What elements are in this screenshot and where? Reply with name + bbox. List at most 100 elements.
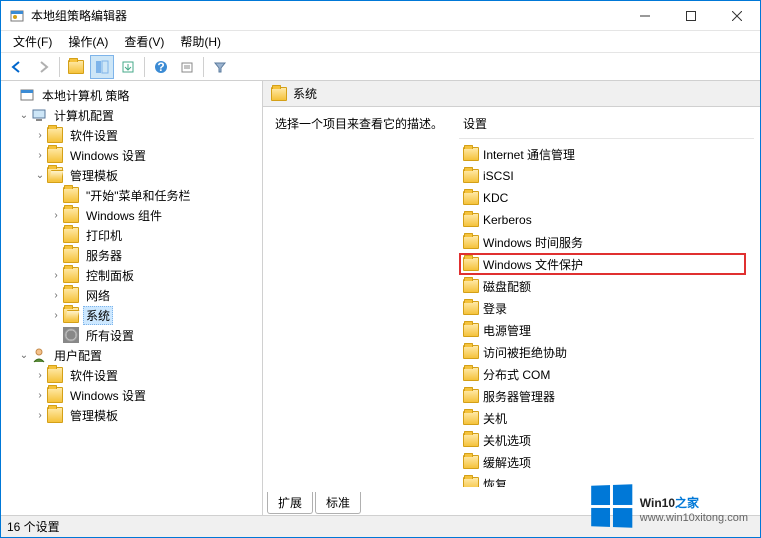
tree-pane[interactable]: 本地计算机 策略 ⌄计算机配置 ›软件设置 ›Windows 设置 ⌄管理模板 …	[1, 81, 263, 515]
list-item[interactable]: iSCSI	[459, 165, 754, 187]
list-item[interactable]: Kerberos	[459, 209, 754, 231]
expand-icon[interactable]: ›	[31, 410, 47, 421]
expand-icon[interactable]: ›	[47, 290, 63, 301]
tree-computer-config[interactable]: ⌄计算机配置	[1, 105, 262, 125]
collapse-icon[interactable]: ⌄	[15, 110, 31, 121]
folder-icon	[463, 345, 479, 359]
list-item[interactable]: 关机选项	[459, 429, 754, 451]
tab-standard[interactable]: 标准	[315, 492, 361, 514]
expand-icon[interactable]: ›	[47, 210, 63, 221]
folder-icon	[463, 389, 479, 403]
list-item[interactable]: 登录	[459, 297, 754, 319]
details-body: 选择一个项目来查看它的描述。 设置 Internet 通信管理iSCSIKDCK…	[263, 107, 760, 493]
expand-icon[interactable]: ›	[47, 270, 63, 281]
list-item[interactable]: 访问被拒绝协助	[459, 341, 754, 363]
collapse-icon[interactable]: ⌄	[31, 170, 47, 181]
svg-text:?: ?	[157, 60, 164, 74]
menu-file[interactable]: 文件(F)	[7, 31, 58, 52]
list-item[interactable]: 缓解选项	[459, 451, 754, 473]
tree-startmenu[interactable]: "开始"菜单和任务栏	[1, 185, 262, 205]
help-button[interactable]: ?	[149, 55, 173, 79]
separator	[144, 57, 145, 77]
gear-icon	[63, 327, 79, 343]
folder-icon	[463, 367, 479, 381]
collapse-icon[interactable]: ⌄	[15, 350, 31, 361]
list-item[interactable]: Windows 时间服务	[459, 231, 754, 253]
tree-system[interactable]: ›系统	[1, 305, 262, 325]
list-item-label: 恢复	[483, 476, 507, 488]
properties-button[interactable]	[175, 55, 199, 79]
tree-user-software[interactable]: ›软件设置	[1, 365, 262, 385]
tree-user-config[interactable]: ⌄用户配置	[1, 345, 262, 365]
folder-icon	[63, 247, 79, 263]
expand-icon[interactable]: ›	[47, 310, 63, 321]
list-item[interactable]: 分布式 COM	[459, 363, 754, 385]
list-item[interactable]: KDC	[459, 187, 754, 209]
close-button[interactable]	[714, 1, 760, 31]
list-item-label: 缓解选项	[483, 454, 531, 471]
list-item-label: 访问被拒绝协助	[483, 344, 567, 361]
export-button[interactable]	[116, 55, 140, 79]
list-item[interactable]: 恢复	[459, 473, 754, 487]
tab-extended[interactable]: 扩展	[267, 492, 313, 514]
list-item[interactable]: Internet 通信管理	[459, 143, 754, 165]
list-item-label: 服务器管理器	[483, 388, 555, 405]
list-item-label: 电源管理	[483, 322, 531, 339]
window-title: 本地组策略编辑器	[31, 7, 622, 24]
tree-windows-settings[interactable]: ›Windows 设置	[1, 145, 262, 165]
list-item-label: 磁盘配额	[483, 278, 531, 295]
folder-icon	[463, 213, 479, 227]
tree-all-settings[interactable]: 所有设置	[1, 325, 262, 345]
list-item[interactable]: 磁盘配额	[459, 275, 754, 297]
app-icon	[9, 8, 25, 24]
tree-user-windows[interactable]: ›Windows 设置	[1, 385, 262, 405]
list-item-label: Windows 文件保护	[483, 256, 583, 273]
list-item[interactable]: 关机	[459, 407, 754, 429]
folder-icon	[463, 235, 479, 249]
tree-printer[interactable]: 打印机	[1, 225, 262, 245]
tree-software[interactable]: ›软件设置	[1, 125, 262, 145]
folder-icon	[63, 287, 79, 303]
back-button[interactable]	[5, 55, 29, 79]
maximize-button[interactable]	[668, 1, 714, 31]
list-item-label: 分布式 COM	[483, 366, 550, 383]
folder-open-icon	[63, 307, 79, 323]
expand-icon[interactable]: ›	[31, 370, 47, 381]
expand-icon[interactable]: ›	[31, 130, 47, 141]
tree-control-panel[interactable]: ›控制面板	[1, 265, 262, 285]
folder-icon	[63, 187, 79, 203]
separator	[203, 57, 204, 77]
folder-icon	[463, 433, 479, 447]
show-tree-button[interactable]	[90, 55, 114, 79]
menu-view[interactable]: 查看(V)	[118, 31, 170, 52]
expand-icon[interactable]: ›	[31, 150, 47, 161]
expand-icon[interactable]: ›	[31, 390, 47, 401]
details-pane: 系统 选择一个项目来查看它的描述。 设置 Internet 通信管理iSCSIK…	[263, 81, 760, 515]
tree-user-templates[interactable]: ›管理模板	[1, 405, 262, 425]
list-item[interactable]: 服务器管理器	[459, 385, 754, 407]
tree-server[interactable]: 服务器	[1, 245, 262, 265]
minimize-button[interactable]	[622, 1, 668, 31]
forward-button[interactable]	[31, 55, 55, 79]
menu-help[interactable]: 帮助(H)	[174, 31, 227, 52]
tree-admin-templates[interactable]: ⌄管理模板	[1, 165, 262, 185]
list-item-label: iSCSI	[483, 169, 514, 183]
menu-action[interactable]: 操作(A)	[62, 31, 114, 52]
menubar: 文件(F) 操作(A) 查看(V) 帮助(H)	[1, 31, 760, 53]
settings-column-header[interactable]: 设置	[459, 113, 754, 139]
settings-list[interactable]: Internet 通信管理 iSCSI KDCKerberos Windows 时间服…	[459, 143, 754, 487]
list-item[interactable]: 电源管理	[459, 319, 754, 341]
folder-icon	[463, 279, 479, 293]
up-button[interactable]	[64, 55, 88, 79]
tree-root[interactable]: 本地计算机 策略	[1, 85, 262, 105]
folder-icon	[463, 191, 479, 205]
folder-icon	[47, 387, 63, 403]
list-item[interactable]: Windows 文件保护	[459, 253, 746, 275]
tree-network[interactable]: ›网络	[1, 285, 262, 305]
folder-icon	[47, 367, 63, 383]
filter-button[interactable]	[208, 55, 232, 79]
view-tabs: 扩展 标准	[263, 493, 760, 515]
settings-column: 设置 Internet 通信管理 iSCSI KDCKerberos Windows …	[459, 113, 754, 487]
list-item-label: Windows 时间服务	[483, 234, 583, 251]
tree-win-components[interactable]: ›Windows 组件	[1, 205, 262, 225]
